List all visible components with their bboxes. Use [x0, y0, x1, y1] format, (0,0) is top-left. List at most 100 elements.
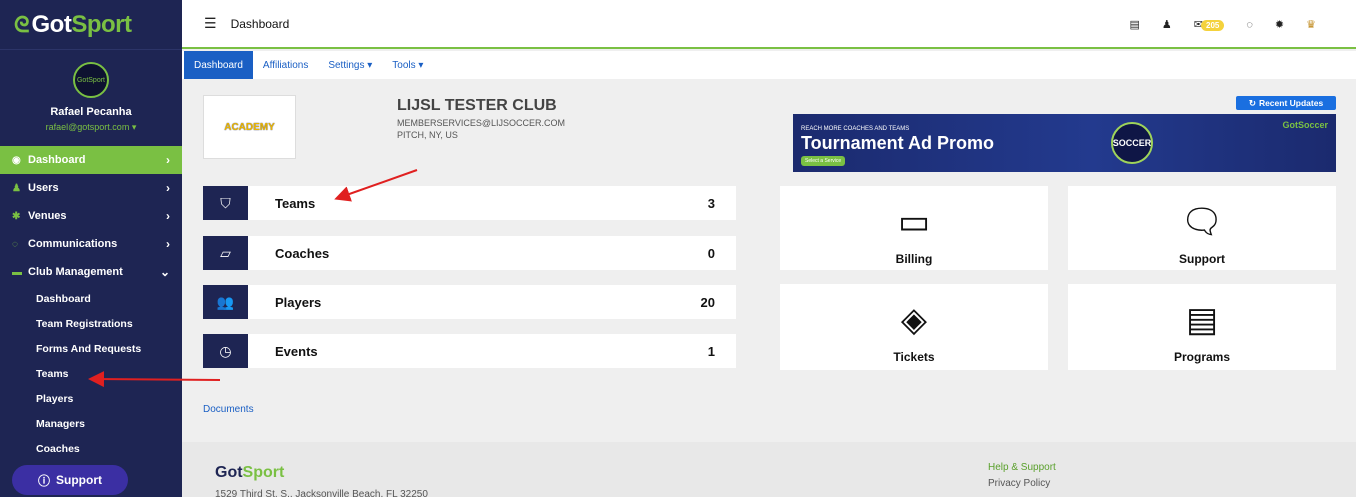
club-email: MEMBERSERVICES@LIJSOCCER.COM [397, 118, 565, 128]
stat-count: 1 [707, 343, 715, 359]
tab-bar: Dashboard Affiliations Settings ▾ Tools … [182, 51, 1356, 79]
sidebar-subitem-forms-and-requests[interactable]: Forms And Requests [0, 336, 182, 361]
dashboard-icon: ◉ [12, 154, 21, 166]
promo-cta[interactable]: Select a Service [801, 156, 846, 166]
mail-icon[interactable]: ✉ 205 [1194, 18, 1225, 31]
logo[interactable]: ᘓ GotSport [0, 0, 182, 50]
club-name: LIJSL TESTER CLUB [397, 97, 557, 114]
recent-updates-button[interactable]: ↻ Recent Updates [1236, 96, 1336, 110]
sidebar-subitem-players[interactable]: Players [0, 386, 182, 411]
footer: GotSport 1529 Third St. S., Jacksonville… [182, 442, 1356, 497]
tab-tools[interactable]: Tools ▾ [382, 51, 433, 79]
sidebar-subitem-managers[interactable]: Managers [0, 411, 182, 436]
venues-icon: ✱ [12, 210, 21, 222]
sidebar: ᘓ GotSport GotSport Rafael Pecanha rafae… [0, 0, 182, 497]
logo-suffix: Sport [71, 10, 132, 38]
sidebar-item-communications[interactable]: ◌ Communications › [0, 230, 182, 258]
gotsport-logo-icon: ᘓ [14, 11, 30, 37]
promo-banner[interactable]: REACH MORE COACHES AND TEAMS Tournament … [793, 114, 1336, 172]
mail-count-badge: 205 [1201, 20, 1225, 31]
stat-count: 20 [700, 294, 715, 310]
footer-logo-suffix: Sport [242, 464, 285, 481]
stat-row-players[interactable]: 👥 Players 20 [203, 285, 736, 319]
documents-link[interactable]: Documents [203, 404, 254, 415]
user-icon[interactable]: ♟ [1162, 18, 1172, 31]
chat-icon[interactable]: ◌ [1246, 19, 1253, 31]
sidebar-subitem-dashboard[interactable]: Dashboard [0, 286, 182, 311]
book-icon: ▱ [203, 236, 248, 270]
user-avatar-icon[interactable]: ♛ [1306, 18, 1316, 31]
chat-icon: ◌ [12, 238, 18, 250]
stat-label: Coaches [275, 245, 330, 261]
stat-label: Teams [275, 195, 316, 211]
hamburger-menu-icon[interactable]: ☰ [204, 15, 217, 32]
profile-email-dropdown[interactable]: rafael@gotsport.com ▾ [0, 122, 182, 133]
card-label: Tickets [893, 350, 935, 364]
id-card-icon[interactable]: ▤ [1130, 18, 1140, 31]
card-label: Billing [895, 252, 933, 266]
recent-updates-label: Recent Updates [1258, 98, 1324, 108]
stat-label: Players [275, 294, 322, 310]
gear-icon[interactable]: ✹ [1275, 18, 1284, 31]
sidebar-subitem-teams[interactable]: Teams [0, 361, 182, 386]
billing-card[interactable]: ▭ Billing [780, 186, 1048, 270]
club-location: PITCH, NY, US [397, 130, 458, 140]
card-label: Support [1179, 252, 1225, 266]
promo-subtitle: REACH MORE COACHES AND TEAMS [801, 126, 910, 132]
club-icon: ▬ [12, 266, 22, 278]
tab-dashboard[interactable]: Dashboard [184, 51, 253, 79]
stat-row-teams[interactable]: ⛉ Teams 3 [203, 186, 736, 220]
promo-brand: GotSoccer [1282, 120, 1328, 130]
stat-count: 0 [707, 245, 715, 261]
tab-affiliations[interactable]: Affiliations [253, 51, 318, 79]
footer-address: 1529 Third St. S., Jacksonville Beach, F… [215, 489, 428, 497]
shield-icon: ⛉ [203, 186, 248, 220]
users-icon: 👥 [203, 285, 248, 319]
promo-title: Tournament Ad Promo [801, 133, 994, 153]
chevron-right-icon: › [166, 237, 170, 251]
support-label: Support [56, 473, 102, 487]
help-support-link[interactable]: Help & Support [988, 462, 1056, 473]
avatar[interactable]: GotSport [73, 62, 109, 98]
soccer-championship-badge: SOCCER [1111, 122, 1153, 164]
sidebar-item-users[interactable]: ♟ Users › [0, 174, 182, 202]
card-label: Programs [1173, 350, 1231, 364]
programs-card[interactable]: ▤ Programs [1068, 284, 1336, 370]
sidebar-item-club-management[interactable]: ▬ Club Management ⌄ [0, 258, 182, 286]
footer-logo-prefix: Got [215, 464, 243, 481]
credit-card-icon: ▭ [897, 203, 931, 241]
stat-row-events[interactable]: ◷ Events 1 [203, 334, 736, 368]
sidebar-subitem-team-registrations[interactable]: Team Registrations [0, 311, 182, 336]
stat-count: 3 [707, 195, 715, 211]
help-circle-icon: ⓘ [37, 473, 50, 488]
club-logo-text: ACADEMY [224, 121, 275, 133]
tickets-card[interactable]: ◈ Tickets [780, 284, 1048, 370]
header-icons: ▤ ♟ ✉ 205 ◌ ✹ ♛ [1130, 0, 1316, 49]
chevron-right-icon: › [166, 153, 170, 167]
tab-settings[interactable]: Settings ▾ [318, 51, 382, 79]
support-button[interactable]: ⓘ Support [12, 465, 128, 495]
sidebar-item-label: Users [28, 182, 59, 194]
chat-icon: 🗨 [1180, 203, 1224, 241]
club-logo: ACADEMY [203, 95, 296, 159]
logo-prefix: Got [31, 10, 72, 38]
users-icon: ♟ [12, 182, 21, 194]
stat-row-coaches[interactable]: ▱ Coaches 0 [203, 236, 736, 270]
privacy-policy-link[interactable]: Privacy Policy [988, 478, 1050, 489]
sidebar-item-label: Dashboard [28, 154, 86, 166]
sidebar-item-label: Venues [28, 210, 67, 222]
support-card[interactable]: 🗨 Support [1068, 186, 1336, 270]
sidebar-item-label: Club Management [28, 266, 123, 278]
stat-label: Events [275, 343, 318, 359]
chevron-right-icon: › [166, 181, 170, 195]
sidebar-item-dashboard[interactable]: ◉ Dashboard › [0, 146, 182, 174]
sidebar-item-label: Communications [28, 238, 118, 250]
sidebar-item-venues[interactable]: ✱ Venues › [0, 202, 182, 230]
chevron-right-icon: › [166, 209, 170, 223]
document-icon: ▤ [1185, 301, 1219, 339]
clock-icon: ◷ [203, 334, 248, 368]
header: ☰ Dashboard ▤ ♟ ✉ 205 ◌ ✹ ♛ [182, 0, 1356, 49]
profile-name: Rafael Pecanha [50, 106, 132, 118]
sidebar-subitem-coaches[interactable]: Coaches [0, 436, 182, 461]
page-title: Dashboard [230, 16, 290, 31]
